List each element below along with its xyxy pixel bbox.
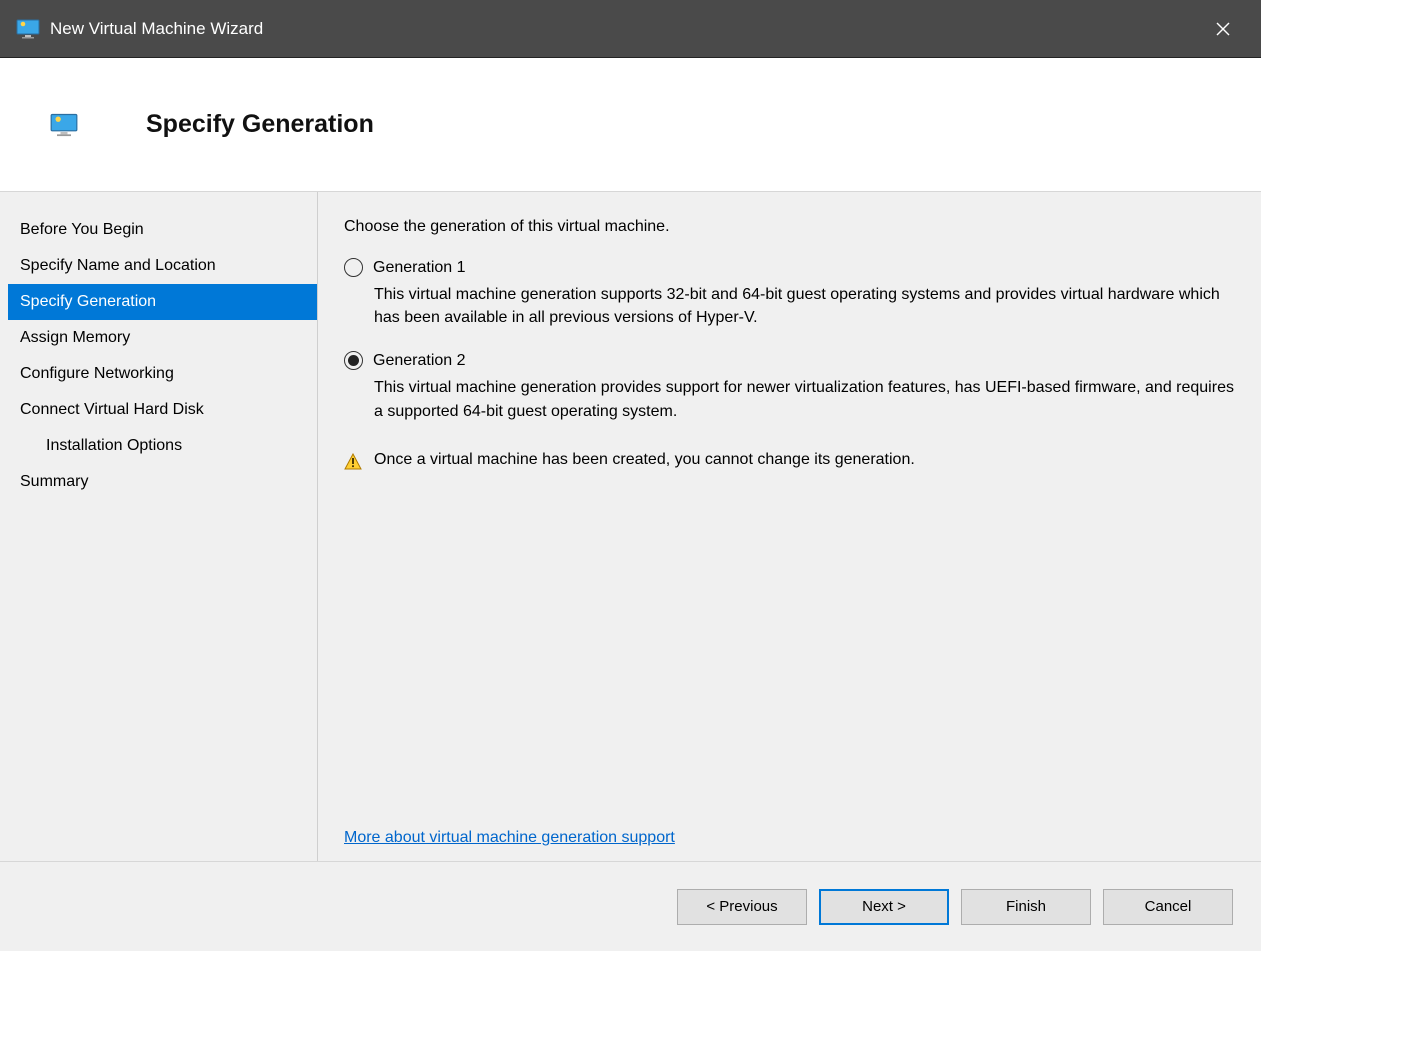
step-installation-options[interactable]: Installation Options bbox=[8, 428, 317, 464]
wizard-footer: < Previous Next > Finish Cancel bbox=[0, 861, 1261, 951]
window-title: New Virtual Machine Wizard bbox=[50, 19, 1201, 39]
warning-row: Once a virtual machine has been created,… bbox=[344, 451, 1237, 471]
help-link-generation-support[interactable]: More about virtual machine generation su… bbox=[344, 829, 1237, 847]
wizard-steps-sidebar: Before You Begin Specify Name and Locati… bbox=[8, 192, 318, 861]
step-assign-memory[interactable]: Assign Memory bbox=[8, 320, 317, 356]
step-specify-name-location[interactable]: Specify Name and Location bbox=[8, 248, 317, 284]
option-desc-generation-1: This virtual machine generation supports… bbox=[374, 283, 1234, 329]
finish-button[interactable]: Finish bbox=[961, 889, 1091, 925]
instruction-text: Choose the generation of this virtual ma… bbox=[344, 218, 1237, 236]
radio-generation-1[interactable] bbox=[344, 258, 363, 277]
option-label-generation-2: Generation 2 bbox=[373, 352, 466, 370]
cancel-button[interactable]: Cancel bbox=[1103, 889, 1233, 925]
previous-button[interactable]: < Previous bbox=[677, 889, 807, 925]
close-icon bbox=[1216, 22, 1230, 36]
close-button[interactable] bbox=[1201, 7, 1245, 51]
step-specify-generation[interactable]: Specify Generation bbox=[8, 284, 317, 320]
wizard-content: Choose the generation of this virtual ma… bbox=[318, 192, 1261, 861]
step-connect-vhd[interactable]: Connect Virtual Hard Disk bbox=[8, 392, 317, 428]
page-title: Specify Generation bbox=[146, 110, 374, 139]
app-monitor-icon bbox=[16, 19, 40, 39]
option-desc-generation-2: This virtual machine generation provides… bbox=[374, 376, 1234, 422]
step-summary[interactable]: Summary bbox=[8, 464, 317, 500]
option-generation-1[interactable]: Generation 1 This virtual machine genera… bbox=[344, 258, 1237, 329]
wizard-monitor-icon bbox=[50, 113, 78, 137]
titlebar: New Virtual Machine Wizard bbox=[0, 0, 1261, 58]
option-generation-2[interactable]: Generation 2 This virtual machine genera… bbox=[344, 351, 1237, 422]
wizard-body: Before You Begin Specify Name and Locati… bbox=[0, 192, 1261, 861]
step-configure-networking[interactable]: Configure Networking bbox=[8, 356, 317, 392]
warning-text: Once a virtual machine has been created,… bbox=[374, 451, 915, 469]
wizard-header: Specify Generation bbox=[0, 58, 1261, 192]
warning-icon bbox=[344, 453, 362, 471]
option-label-generation-1: Generation 1 bbox=[373, 259, 466, 277]
step-before-you-begin[interactable]: Before You Begin bbox=[8, 212, 317, 248]
radio-generation-2[interactable] bbox=[344, 351, 363, 370]
next-button[interactable]: Next > bbox=[819, 889, 949, 925]
